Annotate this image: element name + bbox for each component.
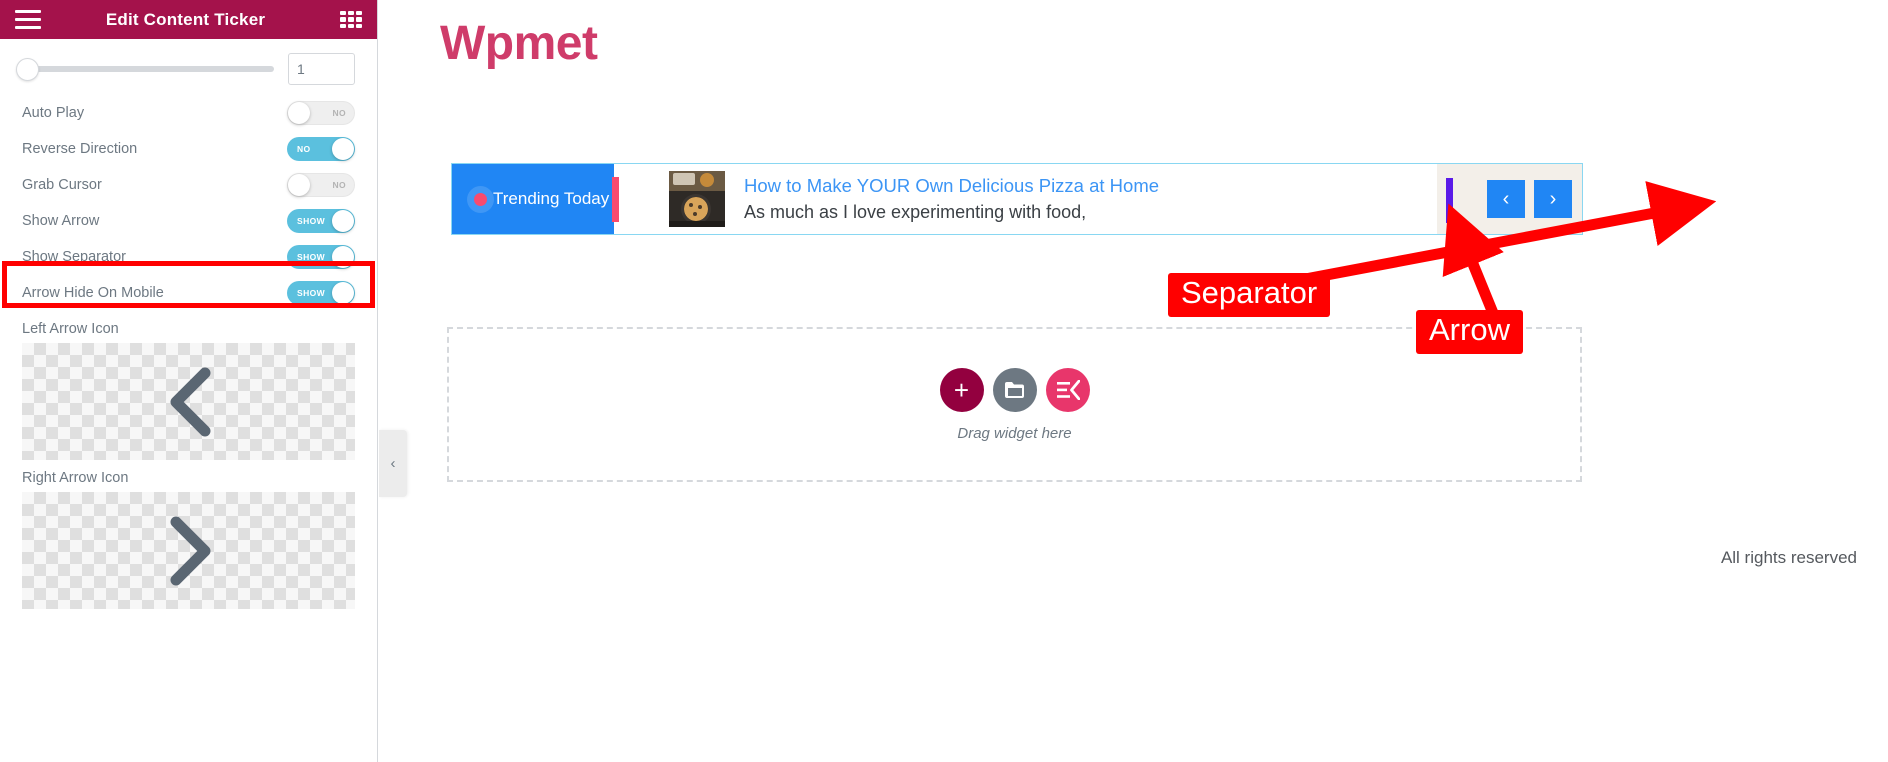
chevron-left-icon — [170, 367, 210, 436]
footer-text: All rights reserved — [1720, 548, 1857, 567]
page-title: Edit Content Ticker — [105, 9, 266, 29]
grid-icon[interactable] — [340, 10, 362, 29]
setting-label-show-arrow: Show Arrow — [22, 213, 100, 229]
setting-label-right-arrow-icon: Right Arrow Icon — [22, 470, 129, 486]
add-section-button[interactable]: + — [939, 367, 984, 412]
editor-panel: Edit Content Ticker Auto Play NO — [0, 0, 378, 762]
setting-row-show-separator: Show Separator SHOW — [0, 239, 377, 275]
panel-collapse-handle[interactable]: ‹ — [379, 430, 407, 497]
setting-label-auto-play: Auto Play — [22, 105, 85, 121]
left-arrow-icon-preview[interactable] — [22, 343, 355, 460]
ticker-thumbnail — [669, 171, 725, 227]
ticker-badge: Trending Today — [452, 164, 619, 234]
folder-icon — [1004, 381, 1024, 398]
panel-header: Edit Content Ticker — [0, 0, 377, 39]
toggle-arrow-hide-on-mobile-text: SHOW — [297, 288, 326, 298]
ticker-content: How to Make YOUR Own Delicious Pizza at … — [614, 164, 1437, 234]
slider-knob[interactable] — [16, 58, 39, 81]
ticker-badge-dot-icon — [474, 192, 487, 206]
toggle-auto-play[interactable]: NO — [287, 101, 355, 125]
annotation-label-arrow: Arrow — [1416, 310, 1523, 354]
toggle-reverse-direction-text: NO — [297, 144, 311, 154]
toggle-show-arrow-text: SHOW — [297, 216, 326, 226]
ticker-navigation: ‹ › — [1437, 164, 1582, 234]
slider-track[interactable] — [16, 58, 274, 81]
elementskit-icon — [1056, 379, 1080, 400]
ticker-separator — [1446, 178, 1453, 223]
panel-body: Auto Play NO Reverse Direction NO Grab C — [0, 39, 377, 762]
ticker-badge-accent — [612, 177, 619, 222]
ticker-next-arrow-button[interactable]: › — [1534, 180, 1572, 218]
template-library-button[interactable] — [992, 367, 1037, 412]
setting-row-reverse-direction: Reverse Direction NO — [0, 131, 377, 167]
dropzone-label: Drag widget here — [957, 424, 1072, 442]
setting-label-show-separator: Show Separator — [22, 249, 126, 265]
elementskit-button[interactable] — [1045, 367, 1090, 412]
content-ticker-widget[interactable]: Trending Today How to Make YOUR Own Deli… — [451, 163, 1583, 235]
setting-row-auto-play: Auto Play NO — [0, 95, 377, 131]
ticker-item-title[interactable]: How to Make YOUR Own Delicious Pizza at … — [744, 173, 1159, 200]
ticker-badge-label: Trending Today — [493, 189, 610, 208]
toggle-show-separator-text: SHOW — [297, 252, 326, 262]
ticker-text-block: How to Make YOUR Own Delicious Pizza at … — [744, 173, 1159, 226]
chevron-right-icon — [170, 516, 210, 585]
toggle-grab-cursor[interactable]: NO — [287, 173, 355, 197]
setting-row-grab-cursor: Grab Cursor NO — [0, 167, 377, 203]
screen: Edit Content Ticker Auto Play NO — [0, 0, 1888, 762]
toggle-grab-cursor-text: NO — [332, 180, 346, 190]
setting-label-left-arrow-icon: Left Arrow Icon — [22, 321, 119, 337]
toggle-reverse-direction[interactable]: NO — [287, 137, 355, 161]
dropzone-buttons: + — [939, 367, 1090, 412]
toggle-show-arrow[interactable]: SHOW — [287, 209, 355, 233]
setting-label-reverse-direction: Reverse Direction — [22, 141, 138, 157]
widget-dropzone[interactable]: + Drag widget here — [447, 327, 1582, 482]
toggle-auto-play-text: NO — [332, 108, 346, 118]
ticker-prev-arrow-button[interactable]: ‹ — [1487, 180, 1525, 218]
pizza-thumbnail-image — [669, 171, 725, 227]
right-arrow-icon-preview[interactable] — [22, 492, 355, 609]
setting-row-arrow-hide-on-mobile: Arrow Hide On Mobile SHOW — [0, 275, 377, 311]
slider-value-input[interactable] — [288, 53, 355, 85]
setting-label-grab-cursor: Grab Cursor — [22, 177, 102, 193]
setting-row-show-arrow: Show Arrow SHOW — [0, 203, 377, 239]
toggle-show-separator[interactable]: SHOW — [287, 245, 355, 269]
annotation-label-separator: Separator — [1168, 273, 1331, 317]
toggle-arrow-hide-on-mobile[interactable]: SHOW — [287, 281, 355, 305]
preview-canvas: Wpmet ‹ Trending Today How to Make YOUR … — [379, 0, 1888, 762]
site-logo: Wpmet — [440, 17, 598, 70]
ticker-item-description: As much as I love experimenting with foo… — [744, 202, 1087, 223]
setting-label-arrow-hide-on-mobile: Arrow Hide On Mobile — [22, 285, 164, 301]
slider-row — [0, 39, 377, 95]
